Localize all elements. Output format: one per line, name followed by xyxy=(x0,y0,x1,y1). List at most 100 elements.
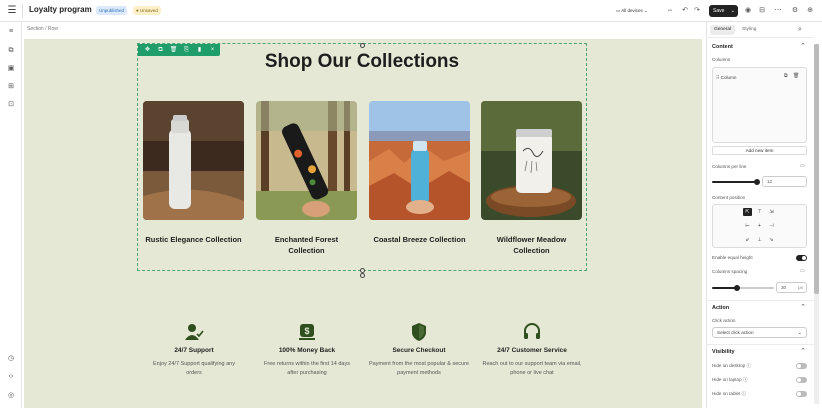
device-select-label: All devices xyxy=(621,8,643,13)
chevron-up-icon[interactable]: ⌃ xyxy=(797,346,809,358)
resize-icon[interactable]: ⇔ xyxy=(664,5,676,17)
breadcrumb-separator: / xyxy=(45,26,47,32)
breadcrumb-row[interactable]: Row xyxy=(48,26,58,32)
tab-styling[interactable]: Styling xyxy=(738,25,760,35)
equal-height-toggle[interactable] xyxy=(796,255,807,261)
align-middle-right-icon[interactable]: ⊣ xyxy=(767,222,776,230)
columns-per-line-knob[interactable] xyxy=(754,179,760,185)
collection-image-coastal[interactable] xyxy=(369,101,470,220)
svg-text:$: $ xyxy=(304,326,309,336)
more-icon[interactable]: ⋯ xyxy=(772,5,784,17)
hide-desktop-text: Hide on desktop xyxy=(712,363,746,368)
spacing-handle[interactable] xyxy=(360,273,365,278)
code-icon[interactable]: ‹› xyxy=(5,371,17,383)
feature-title-checkout: Secure Checkout xyxy=(392,347,446,354)
collection-title-forest[interactable]: Enchanted Forest Collection xyxy=(256,234,357,256)
assets-icon[interactable]: ▣ xyxy=(5,63,17,75)
page-title: Loyalty program xyxy=(29,5,92,14)
columns-spacing-unit: px xyxy=(798,285,803,290)
help-icon[interactable]: ⊕ xyxy=(804,5,816,17)
columns-spacing-label: Columns spacing xyxy=(712,269,748,274)
align-top-left-icon[interactable]: ⇱ xyxy=(743,208,752,216)
chevron-down-icon[interactable]: ⌄ xyxy=(731,5,735,17)
columns-spacing-input[interactable]: 30 px xyxy=(776,282,807,293)
section-heading: Shop Our Collections xyxy=(264,51,460,72)
status-badge-unsaved-label: Unsaved xyxy=(139,8,158,13)
redo-icon[interactable]: ↷ xyxy=(691,5,703,17)
align-top-right-icon[interactable]: ⇲ xyxy=(767,208,776,216)
breadcrumb-section[interactable]: Section xyxy=(27,26,44,32)
align-top-center-icon[interactable]: ⊤ xyxy=(755,208,764,216)
columns-label: Columns xyxy=(712,57,731,62)
hide-laptop-toggle[interactable] xyxy=(796,377,807,383)
publish-icon[interactable]: ⊟ xyxy=(756,5,768,17)
top-drag-handle[interactable] xyxy=(360,43,365,48)
hide-tablet-label: Hide on tablet ⓘ xyxy=(712,391,746,397)
columns-per-line-label: Columns per line xyxy=(712,164,747,169)
layers-icon[interactable]: ≡ xyxy=(5,26,17,38)
save-button[interactable]: Save ⌄ xyxy=(709,5,738,17)
click-action-select[interactable]: Select click action ⌄ xyxy=(712,327,807,338)
hide-laptop-label: Hide on laptop ⓘ xyxy=(712,377,748,383)
tab-general[interactable]: General xyxy=(710,25,736,35)
chevron-updown-icon: ⌄ xyxy=(797,330,802,336)
feature-desc-checkout: Payment from the most popular & secure p… xyxy=(369,361,469,376)
align-bottom-right-icon[interactable]: ⇘ xyxy=(767,236,776,244)
menu-icon[interactable]: ☰ xyxy=(6,5,18,17)
feature-title-money-back: 100% Money Back xyxy=(278,347,336,354)
feature-desc-customer-service: Reach out to our support team via email,… xyxy=(482,361,582,376)
equal-height-label: Enable equal height xyxy=(712,255,753,260)
align-bottom-center-icon[interactable]: ⊥ xyxy=(755,236,764,244)
left-rail xyxy=(0,22,22,408)
columns-per-line-input[interactable]: 12 xyxy=(762,176,807,187)
click-action-select-value: Select click action xyxy=(717,330,754,335)
columns-spacing-knob[interactable] xyxy=(734,285,740,291)
search-icon[interactable]: ⌕ xyxy=(794,24,806,36)
column-item[interactable]: ⠿ Column xyxy=(716,73,803,82)
duplicate-icon[interactable]: ⧉ xyxy=(784,73,788,79)
chevron-up-icon[interactable]: ⌃ xyxy=(797,41,809,53)
status-badge-published: Unpublished xyxy=(96,6,128,15)
divider xyxy=(706,344,814,345)
device-select[interactable]: ▭ All devices ⌄ xyxy=(616,6,648,16)
align-bottom-left-icon[interactable]: ⇙ xyxy=(743,236,752,244)
click-action-label: Click action xyxy=(712,318,736,323)
add-new-item-button[interactable]: Add new item xyxy=(712,146,807,155)
undo-icon[interactable]: ↶ xyxy=(679,5,691,17)
collection-title-wildflower[interactable]: Wildflower Meadow Collection xyxy=(481,234,582,256)
hide-tablet-text: Hide on tablet xyxy=(712,391,741,396)
info-icon: ⓘ xyxy=(742,377,748,382)
view-icon[interactable]: ◎ xyxy=(5,390,17,402)
device-icon[interactable]: ▭ xyxy=(800,268,805,274)
divider xyxy=(706,37,814,38)
content-position-label: Content position xyxy=(712,195,746,200)
history-icon[interactable]: ◷ xyxy=(5,353,17,365)
feature-desc-money-back: Free returns within the first 14 days af… xyxy=(264,361,350,376)
collection-title-rustic[interactable]: Rustic Elegance Collection xyxy=(143,234,244,245)
align-middle-center-icon[interactable]: + xyxy=(755,222,764,230)
headset-icon xyxy=(522,322,542,342)
collection-title-coastal[interactable]: Coastal Breeze Collection xyxy=(364,234,475,245)
components-icon[interactable]: ⧉ xyxy=(5,45,17,57)
blocks-icon[interactable]: ⊞ xyxy=(5,81,17,93)
hide-tablet-toggle[interactable] xyxy=(796,391,807,397)
collection-image-forest[interactable] xyxy=(256,101,357,220)
align-middle-left-icon[interactable]: ⊢ xyxy=(743,222,752,230)
hide-desktop-toggle[interactable] xyxy=(796,363,807,369)
collection-image-rustic[interactable] xyxy=(143,101,244,220)
chevron-up-icon[interactable]: ⌃ xyxy=(797,302,809,314)
collection-image-wildflower[interactable] xyxy=(481,101,582,220)
info-icon: ⓘ xyxy=(746,363,752,368)
apps-icon[interactable]: ⊡ xyxy=(5,99,17,111)
preview-icon[interactable]: ◉ xyxy=(742,5,754,17)
hide-desktop-label: Hide on desktop ⓘ xyxy=(712,363,751,369)
settings-icon[interactable]: ⚙ xyxy=(789,5,801,17)
device-icon[interactable]: ▭ xyxy=(800,163,805,169)
panel-scrollbar-thumb[interactable] xyxy=(814,44,819,294)
divider xyxy=(706,300,814,301)
feature-title-customer-service: 24/7 Customer Service xyxy=(497,347,567,354)
content-heading: Content xyxy=(712,44,733,50)
feature-desc-support: Enjoy 24/7 Support qualifying any orders xyxy=(153,361,235,376)
delete-icon[interactable]: 🗑 xyxy=(793,73,799,79)
column-item-label: Column xyxy=(720,75,737,80)
